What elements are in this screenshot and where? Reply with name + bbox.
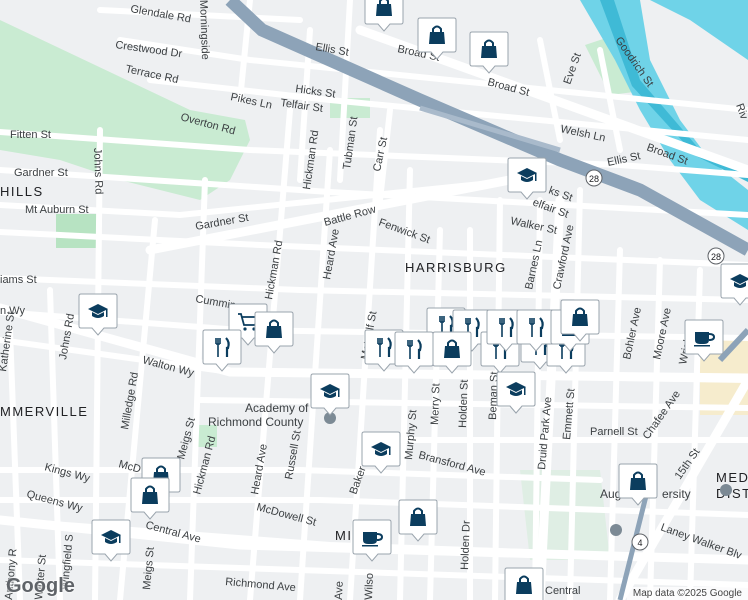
marker-layer bbox=[78, 0, 748, 600]
map-marker-shopping-bag[interactable] bbox=[504, 567, 544, 600]
map-marker-school[interactable] bbox=[361, 431, 401, 474]
map-marker-school[interactable] bbox=[78, 293, 118, 336]
map-marker-shopping-bag[interactable] bbox=[432, 331, 472, 374]
map-marker-shopping-bag[interactable] bbox=[618, 463, 658, 506]
map-marker-shopping-bag[interactable] bbox=[469, 31, 509, 74]
map-marker-shopping-bag[interactable] bbox=[364, 0, 404, 32]
map-marker-shopping-bag[interactable] bbox=[417, 17, 457, 60]
map-marker-restaurant[interactable] bbox=[394, 331, 434, 374]
map-marker-school[interactable] bbox=[720, 263, 748, 306]
google-logo: Google bbox=[6, 575, 75, 597]
map-attribution: Map data ©2025 Google bbox=[626, 587, 748, 600]
map-marker-school[interactable] bbox=[91, 519, 131, 562]
map-marker-shopping-bag[interactable] bbox=[130, 477, 170, 520]
map-marker-shopping-bag[interactable] bbox=[254, 311, 294, 354]
map-marker-coffee[interactable] bbox=[684, 319, 724, 362]
map-marker-school[interactable] bbox=[496, 371, 536, 414]
map-marker-shopping-bag[interactable] bbox=[398, 499, 438, 542]
map-marker-coffee[interactable] bbox=[352, 519, 392, 562]
map-canvas[interactable]: Glendale Rd Crestwood Dr Terrace Rd Pike… bbox=[0, 0, 748, 600]
map-marker-restaurant[interactable] bbox=[202, 329, 242, 372]
map-marker-school[interactable] bbox=[507, 157, 547, 200]
map-marker-school[interactable] bbox=[310, 373, 350, 416]
